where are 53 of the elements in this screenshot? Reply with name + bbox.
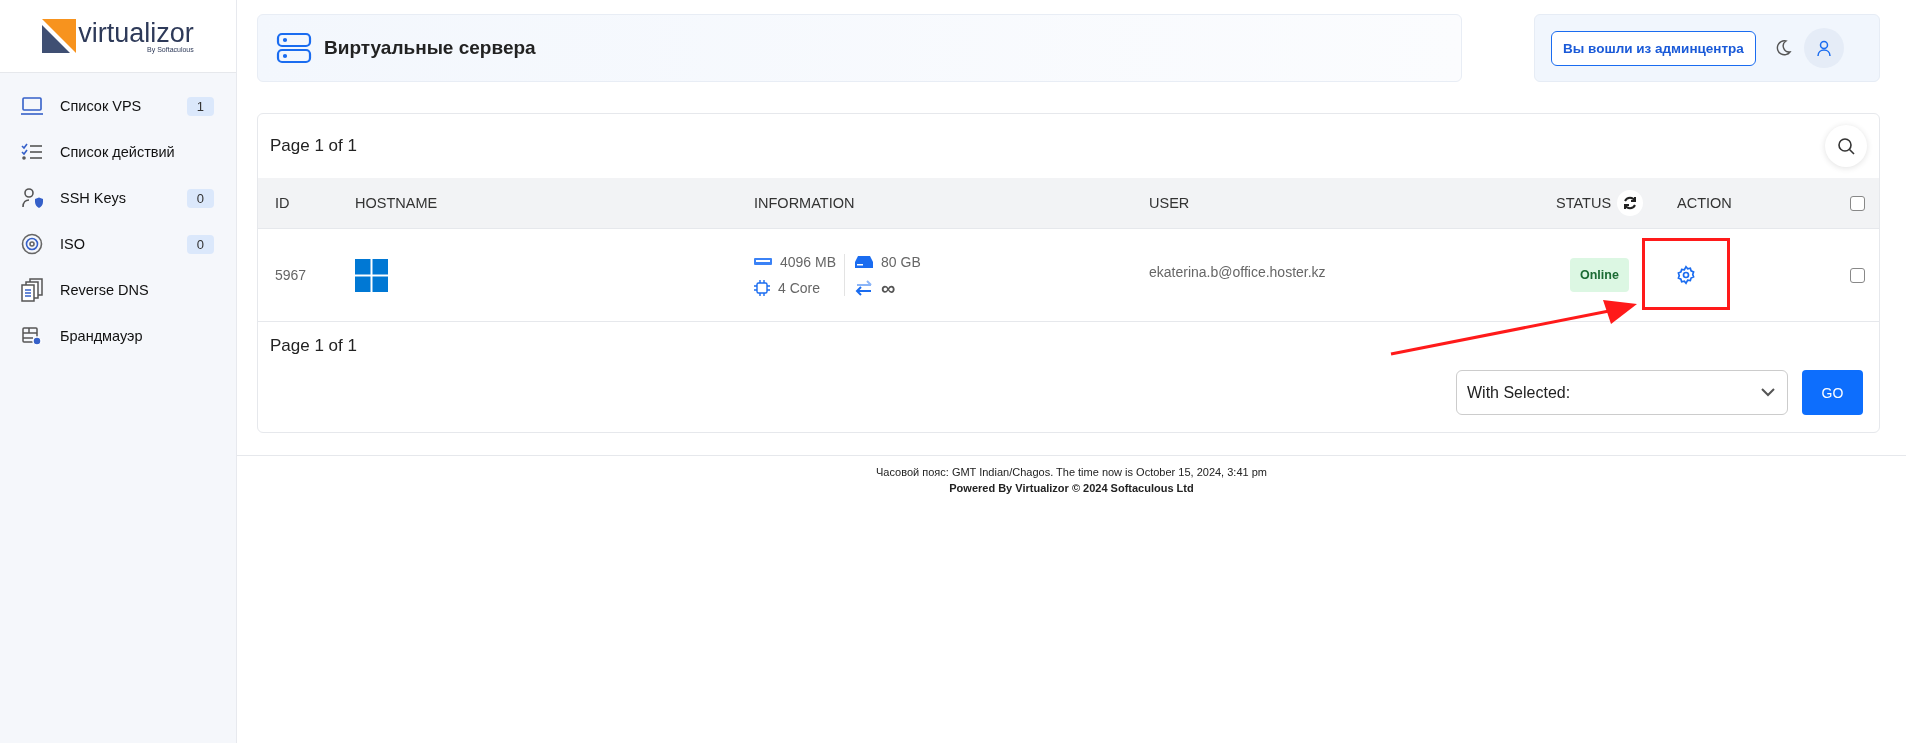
user-avatar-button[interactable] [1803, 28, 1844, 68]
count-badge: 0 [186, 188, 214, 208]
documents-icon [20, 278, 44, 302]
column-header: ACTION [1677, 195, 1732, 211]
memory-icon [754, 257, 772, 267]
row-checkbox[interactable] [1850, 267, 1865, 283]
sidebar-item[interactable]: Брандмауэр [0, 313, 236, 359]
user-icon [1814, 39, 1833, 57]
bandwidth-value: ∞ [881, 280, 896, 296]
gear-icon [1676, 265, 1696, 285]
search-icon [1837, 137, 1855, 155]
sidebar-item[interactable]: ISO 0 [0, 221, 236, 267]
page-indicator: Page 1 of 1 [270, 136, 357, 156]
logo-icon [42, 19, 77, 53]
user-email: ekaterina.b@office.hoster.kz [1149, 264, 1326, 280]
copyright-text: Powered By Virtualizor © 2024 Softaculous Ltd [948, 481, 1195, 496]
sidebar-item[interactable]: SSH Keys 0 [0, 175, 236, 221]
checklist-icon [20, 143, 44, 161]
user-shield-icon [20, 187, 44, 209]
laptop-icon [20, 96, 44, 116]
disc-icon [20, 233, 44, 255]
chevron-down-icon [1761, 388, 1775, 397]
column-header: USER [1149, 195, 1190, 211]
page-title: Виртуальные сервера [324, 37, 536, 59]
search-button[interactable] [1825, 125, 1867, 167]
table-cell: 5967 [275, 267, 307, 283]
status-badge: Online [1570, 258, 1629, 292]
timezone-text: Часовой пояс: GMT Indian/Chagos. The time now is October 15, 2024, 3:41 pm [875, 465, 1268, 480]
sidebar-item[interactable]: Reverse DNS [0, 267, 236, 313]
admin-center-button[interactable]: Вы вошли из админцентра [1551, 30, 1756, 66]
column-header: HOSTNAME [355, 195, 438, 211]
count-badge: 0 [186, 234, 214, 254]
cpu-icon [754, 280, 770, 296]
go-button[interactable]: GO [1802, 370, 1863, 415]
windows-logo-icon [355, 258, 388, 292]
column-header: ID [275, 195, 290, 211]
sidebar-item[interactable]: Список действий [0, 129, 236, 175]
disk-value: 80 GB [881, 254, 921, 270]
transfer-icon [855, 280, 874, 296]
column-header: INFORMATION [754, 195, 855, 211]
column-header: STATUS [1556, 195, 1612, 211]
sidebar-item[interactable]: Список VPS 1 [0, 83, 236, 129]
cpu-value: 4 Core [778, 280, 821, 296]
refresh-button[interactable] [1617, 190, 1644, 216]
server-icon [276, 32, 312, 64]
bulk-action-dropdown[interactable]: With Selected: [1456, 370, 1788, 415]
count-badge: 1 [186, 96, 214, 116]
page-indicator: Page 1 of 1 [270, 336, 357, 356]
firewall-icon [20, 326, 44, 346]
refresh-icon [1623, 196, 1638, 210]
brand-name: virtualizor [78, 20, 194, 46]
select-all-checkbox[interactable] [1850, 195, 1865, 211]
ram-value: 4096 MB [780, 254, 837, 270]
